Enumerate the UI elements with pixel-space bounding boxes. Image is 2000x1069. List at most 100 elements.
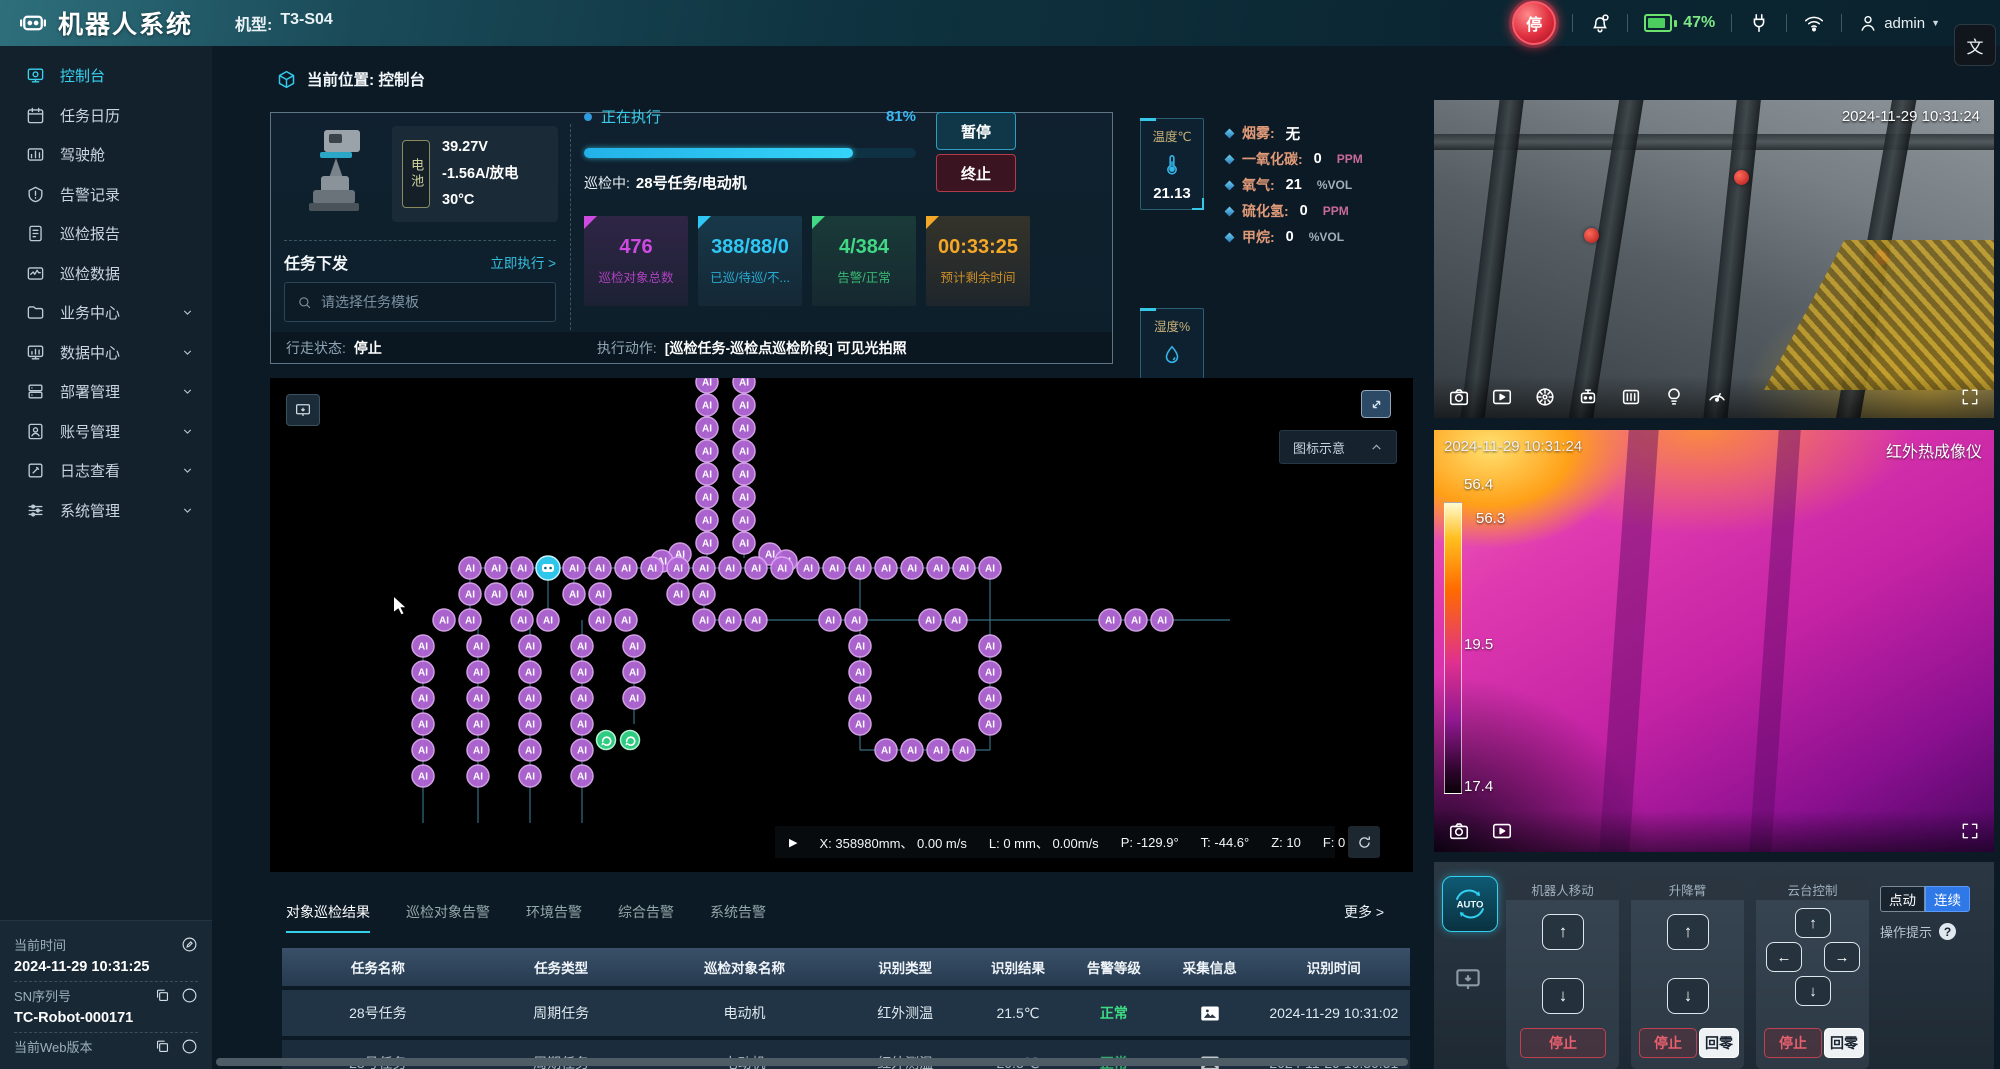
map-ai-node[interactable]: AI xyxy=(1099,609,1121,631)
map-ai-node[interactable]: AI xyxy=(719,609,741,631)
chevron-right-icon[interactable]: ▶ xyxy=(789,836,797,849)
map-ai-node[interactable]: AI xyxy=(511,583,533,605)
arrow-left-button[interactable]: ← xyxy=(1766,942,1802,972)
map-charger-node[interactable] xyxy=(621,731,640,750)
sidebar-item-deploy[interactable]: 部署管理 xyxy=(0,372,212,412)
map-ai-node[interactable]: AI xyxy=(696,417,718,439)
map-ai-node[interactable]: AI xyxy=(519,635,541,657)
map-ai-node[interactable]: AI xyxy=(927,739,949,761)
tab-2[interactable]: 环境告警 xyxy=(526,902,582,931)
wifi-icon[interactable] xyxy=(1803,12,1825,34)
inspection-map[interactable]: AIAIAIAIAIAIAIAIAIAIAIAIAIAIAIAIAIAIAIAI… xyxy=(270,378,1413,872)
map-ai-node[interactable]: AI xyxy=(979,557,1001,579)
map-ai-node[interactable]: AI xyxy=(945,609,967,631)
map-ai-node[interactable]: AI xyxy=(1151,609,1173,631)
sidebar-item-report[interactable]: 巡检报告 xyxy=(0,214,212,254)
map-ai-node[interactable]: AI xyxy=(733,378,755,393)
continuous-option[interactable]: 连续 xyxy=(1925,886,1970,912)
map-ai-node[interactable]: AI xyxy=(519,713,541,735)
map-ai-node[interactable]: AI xyxy=(849,635,871,657)
fullscreen-icon[interactable] xyxy=(1960,387,1980,407)
map-ai-node[interactable]: AI xyxy=(696,532,718,554)
sidebar-item-account[interactable]: 账号管理 xyxy=(0,412,212,452)
jog-continuous-toggle[interactable]: 点动 连续 xyxy=(1880,886,1970,912)
map-ai-node[interactable]: AI xyxy=(412,687,434,709)
user-menu[interactable]: admin ▼ xyxy=(1858,13,1940,33)
map-ai-node[interactable]: AI xyxy=(745,557,767,579)
map-ai-node[interactable]: AI xyxy=(467,661,489,683)
help-icon[interactable]: ? xyxy=(1939,923,1956,940)
map-ai-node[interactable]: AI xyxy=(412,739,434,761)
map-ai-node[interactable]: AI xyxy=(733,532,755,554)
map-ai-node[interactable]: AI xyxy=(901,739,923,761)
more-version-icon[interactable] xyxy=(181,1038,198,1055)
arrow-down-button[interactable]: ↓ xyxy=(1542,978,1584,1014)
map-ai-node[interactable]: AI xyxy=(696,378,718,393)
map-ai-node[interactable]: AI xyxy=(1125,609,1147,631)
map-ai-node[interactable]: AI xyxy=(563,557,585,579)
map-ai-node[interactable]: AI xyxy=(412,661,434,683)
map-ai-node[interactable]: AI xyxy=(693,557,715,579)
emergency-stop-button[interactable]: 停 xyxy=(1512,1,1556,45)
tab-3[interactable]: 综合告警 xyxy=(618,902,674,931)
stop-button[interactable]: 停止 xyxy=(1520,1028,1606,1058)
auto-mode-button[interactable]: AUTO xyxy=(1442,876,1498,932)
map-ai-node[interactable]: AI xyxy=(459,557,481,579)
map-ai-node[interactable]: AI xyxy=(485,557,507,579)
map-ai-node[interactable]: AI xyxy=(696,463,718,485)
map-ai-node[interactable]: AI xyxy=(953,557,975,579)
map-ai-node[interactable]: AI xyxy=(589,583,611,605)
stop-button[interactable]: 停止 xyxy=(1764,1028,1822,1058)
map-ai-node[interactable]: AI xyxy=(733,394,755,416)
map-ai-node[interactable]: AI xyxy=(696,394,718,416)
pause-button[interactable]: 暂停 xyxy=(936,112,1016,150)
map-ai-node[interactable]: AI xyxy=(719,557,741,579)
sidebar-item-console[interactable]: 控制台 xyxy=(0,56,212,96)
map-ai-node[interactable]: AI xyxy=(819,609,841,631)
map-ai-node[interactable]: AI xyxy=(696,509,718,531)
task-template-select[interactable]: 请选择任务模板 xyxy=(284,282,556,322)
language-switch-button[interactable]: 文 xyxy=(1954,24,1996,66)
sidebar-item-cockpit[interactable]: 驾驶舱 xyxy=(0,135,212,175)
map-ai-node[interactable]: AI xyxy=(667,557,689,579)
map-ai-node[interactable]: AI xyxy=(615,557,637,579)
copy-sn-icon[interactable] xyxy=(154,987,171,1004)
table-row[interactable]: 28号任务周期任务电动机红外测温21.5℃正常2024-11-29 10:31:… xyxy=(282,990,1410,1036)
map-ai-node[interactable]: AI xyxy=(849,713,871,735)
arrow-up-button[interactable]: ↑ xyxy=(1795,908,1831,938)
map-ai-node[interactable]: AI xyxy=(519,687,541,709)
map-ai-node[interactable]: AI xyxy=(745,609,767,631)
map-ai-node[interactable]: AI xyxy=(519,739,541,761)
map-ai-node[interactable]: AI xyxy=(571,739,593,761)
map-ai-node[interactable]: AI xyxy=(571,687,593,709)
tab-1[interactable]: 巡检对象告警 xyxy=(406,902,490,931)
map-ai-node[interactable]: AI xyxy=(467,765,489,787)
map-ai-node[interactable]: AI xyxy=(412,765,434,787)
map-ai-node[interactable]: AI xyxy=(667,583,689,605)
map-ai-node[interactable]: AI xyxy=(733,486,755,508)
map-ai-node[interactable]: AI xyxy=(641,557,663,579)
map-ai-node[interactable]: AI xyxy=(467,739,489,761)
sidebar-item-alert[interactable]: 告警记录 xyxy=(0,175,212,215)
snapshot-icon[interactable] xyxy=(1448,386,1470,408)
device-icon[interactable] xyxy=(1577,386,1599,408)
more-link[interactable]: 更多 > xyxy=(1344,902,1384,922)
sidebar-item-chart[interactable]: 数据中心 xyxy=(0,333,212,373)
map-ai-node[interactable]: AI xyxy=(733,417,755,439)
arrow-down-button[interactable]: ↓ xyxy=(1795,976,1831,1006)
map-ai-node[interactable]: AI xyxy=(412,713,434,735)
map-ai-node[interactable]: AI xyxy=(615,609,637,631)
map-charger-node[interactable] xyxy=(597,731,616,750)
map-ai-node[interactable]: AI xyxy=(467,687,489,709)
map-screen-button[interactable] xyxy=(286,394,320,426)
map-ai-node[interactable]: AI xyxy=(696,486,718,508)
record-icon[interactable] xyxy=(1491,386,1513,408)
meter-icon[interactable] xyxy=(1620,386,1642,408)
map-ai-node[interactable]: AI xyxy=(511,609,533,631)
map-ai-node[interactable]: AI xyxy=(875,739,897,761)
zero-button[interactable]: 回零 xyxy=(1824,1028,1864,1058)
map-reload-button[interactable] xyxy=(1348,826,1380,858)
map-ai-node[interactable]: AI xyxy=(696,440,718,462)
map-ai-node[interactable]: AI xyxy=(459,583,481,605)
map-ai-node[interactable]: AI xyxy=(849,687,871,709)
